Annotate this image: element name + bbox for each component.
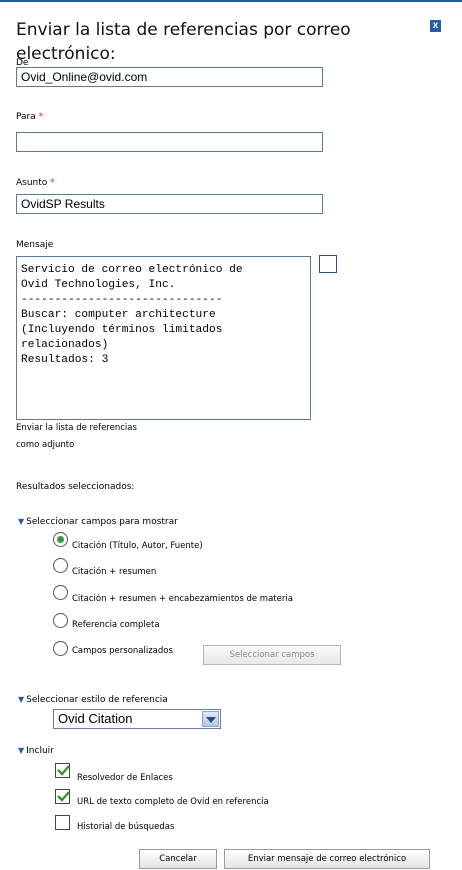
from-field[interactable] [16,67,323,87]
checkbox-link-resolver[interactable] [55,763,70,778]
fields-section-toggle[interactable]: ▼ Seleccionar campos para mostrar [18,517,178,527]
subject-field[interactable] [16,194,323,214]
radio-complete-reference-label: Referencia completa [72,620,160,630]
radio-citation-abstract-subjects[interactable] [53,585,68,600]
attach-label-line1: Enviar la lista de referencias [16,423,137,433]
message-textarea[interactable]: Servicio de correo electrónico de Ovid T… [16,256,311,420]
triangle-down-icon: ▼ [18,517,25,526]
triangle-down-icon: ▼ [18,746,25,755]
cancel-button[interactable]: Cancelar [139,849,217,869]
message-line: ------------------------------ [21,294,223,306]
style-section-toggle[interactable]: ▼ Seleccionar estilo de referencia [18,695,168,705]
checkbox-search-history[interactable] [55,815,70,830]
selected-results-label: Resultados seleccionados: [16,482,135,492]
to-field[interactable] [16,132,323,152]
checkbox-link-resolver-label: Resolvedor de Enlaces [77,773,173,783]
style-section-label: Seleccionar estilo de referencia [26,695,168,705]
checkmark-icon [57,765,70,776]
citation-style-value: Ovid Citation [58,711,133,726]
radio-citation-label: Citación (Título, Autor, Fuente) [72,541,203,551]
close-icon[interactable]: x [430,20,441,32]
message-line: Servicio de correo electrónico de [21,264,243,276]
top-border [0,0,462,2]
dialog-title: Enviar la lista de referencias por corre… [16,20,351,64]
message-label: Mensaje [16,240,54,250]
checkbox-fulltext-url-label: URL de texto completo de Ovid en referen… [77,797,269,807]
checkbox-fulltext-url[interactable] [55,789,70,804]
message-line: Ovid Technologies, Inc. [21,279,176,291]
radio-custom-fields-label: Campos personalizados [72,646,173,656]
message-line: Resultados: 3 [21,354,109,366]
attach-label-line2: como adjunto [16,440,75,450]
radio-citation-abstract[interactable] [53,558,68,573]
include-section-label: Incluir [26,746,54,756]
message-line: Buscar: computer architecture [21,309,216,321]
subject-label: Asunto * [16,178,55,188]
message-line: (Incluyendo términos limitados [21,324,223,336]
radio-citation-abstract-label: Citación + resumen [72,567,157,577]
radio-citation-abstract-subjects-label: Citación + resumen + encabezamientos de … [72,594,293,604]
fields-section-label: Seleccionar campos para mostrar [26,517,178,527]
radio-complete-reference[interactable] [53,613,68,628]
citation-style-select[interactable]: Ovid Citation [53,709,221,729]
send-email-button[interactable]: Enviar mensaje de correo electrónico [224,849,430,869]
radio-citation[interactable] [53,532,68,547]
chevron-down-icon[interactable] [202,711,219,727]
triangle-down-icon: ▼ [18,695,25,704]
select-fields-button[interactable]: Seleccionar campos [203,645,341,665]
to-label: Para * [16,112,44,122]
radio-custom-fields[interactable] [53,641,68,656]
checkbox-search-history-label: Historial de búsquedas [77,822,175,832]
include-section-toggle[interactable]: ▼ Incluir [18,746,54,756]
message-line: relacionados) [21,339,109,351]
checkmark-icon [57,791,70,802]
attach-checkbox[interactable] [319,255,337,273]
